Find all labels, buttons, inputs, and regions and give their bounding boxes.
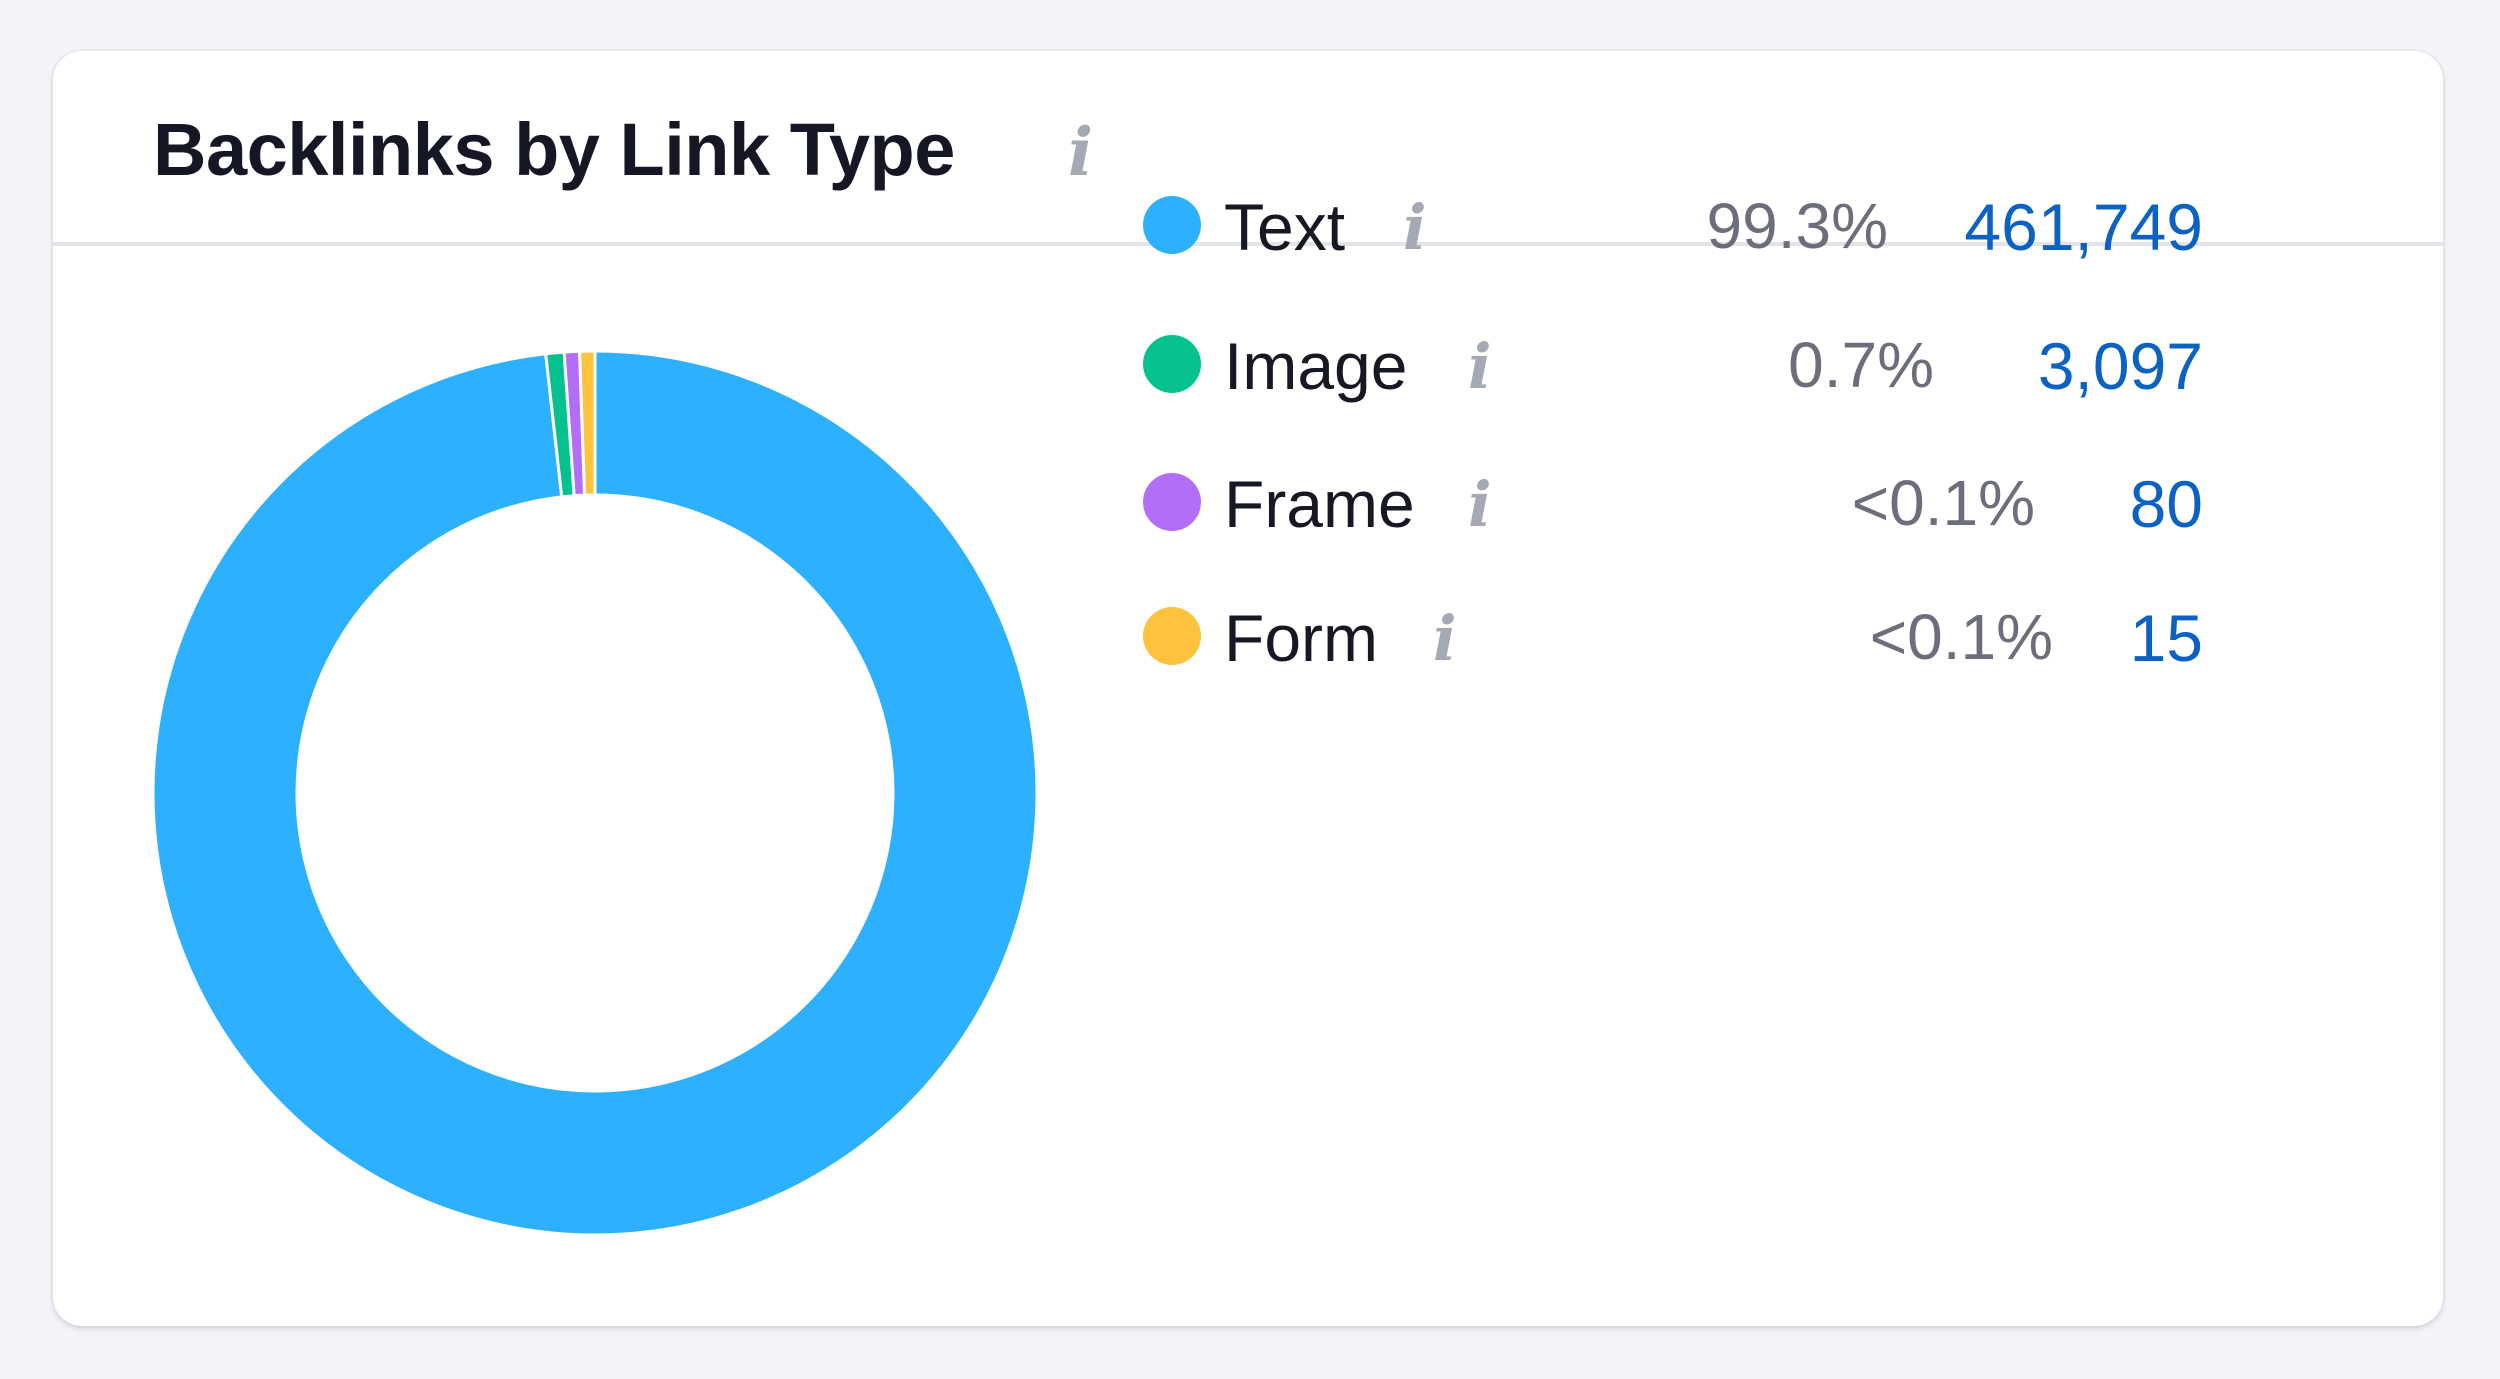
legend-count-frame[interactable]: 80 (2130, 471, 2203, 537)
frame-info-icon[interactable]: i (1468, 474, 1492, 536)
backlinks-by-link-type-card: Backlinks by Link Type i Text i 99.3% 46… (53, 51, 2443, 1326)
form-info-icon[interactable]: i (1433, 608, 1457, 670)
donut-chart (151, 349, 1039, 1237)
legend-row-text[interactable]: Text i 99.3% 461,749 (1143, 180, 2203, 270)
image-info-icon[interactable]: i (1468, 336, 1492, 398)
legend-count-form[interactable]: 15 (2130, 605, 2203, 671)
legend-percent-form: <0.1% (1869, 601, 2053, 673)
legend-row-image[interactable]: Image i 0.7% 3,097 (1143, 319, 2203, 409)
legend-dot-frame (1143, 473, 1201, 531)
legend-label-text: Text (1224, 190, 1346, 264)
legend-dot-text (1143, 196, 1201, 254)
legend-dot-form (1143, 607, 1201, 665)
legend-percent-text: 99.3% (1706, 190, 1888, 262)
legend-count-text[interactable]: 461,749 (1964, 194, 2203, 260)
legend-row-form[interactable]: Form i <0.1% 15 (1143, 591, 2203, 681)
legend-count-image[interactable]: 3,097 (2038, 333, 2203, 399)
legend-percent-frame: <0.1% (1851, 467, 2035, 539)
legend-row-frame[interactable]: Frame i <0.1% 80 (1143, 457, 2203, 547)
text-info-icon[interactable]: i (1403, 197, 1427, 259)
legend-label-form: Form (1224, 601, 1378, 675)
legend-label-frame: Frame (1224, 467, 1415, 541)
legend-percent-image: 0.7% (1788, 329, 1934, 401)
legend-dot-image (1143, 335, 1201, 393)
legend-label-image: Image (1224, 329, 1408, 403)
